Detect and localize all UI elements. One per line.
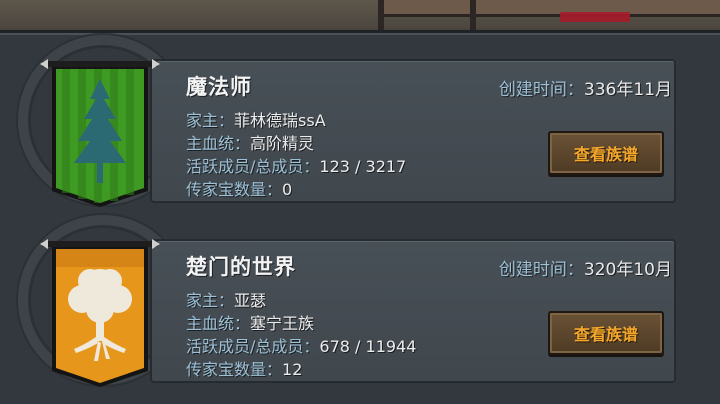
members-value: 123 / 3217 — [319, 157, 407, 176]
members-row: 活跃成员/总成员：123 / 3217 — [186, 155, 406, 178]
family-card[interactable]: 楚门的世界 创建时间：320年10月 家主：亚瑟 主血统：塞宁王族 活跃成员/总… — [0, 215, 720, 387]
heirloom-label: 传家宝数量： — [186, 180, 283, 199]
backdrop-post — [470, 0, 476, 30]
family-details: 家主：亚瑟 主血统：塞宁王族 活跃成员/总成员：678 / 11944 传家宝数… — [186, 289, 416, 381]
family-head-label: 家主： — [186, 111, 235, 130]
family-list[interactable]: 魔法师 创建时间：336年11月 家主：菲林德瑞ssA 主血统：高阶精灵 活跃成… — [0, 30, 720, 404]
family-head-row: 家主：菲林德瑞ssA — [186, 109, 406, 132]
created-time-label: 创建时间： — [498, 80, 584, 100]
bloodline-row: 主血统：高阶精灵 — [186, 132, 406, 155]
view-family-tree-button[interactable]: 查看族谱 — [548, 131, 664, 175]
members-label: 活跃成员/总成员： — [186, 157, 320, 176]
heirloom-row: 传家宝数量：12 — [186, 358, 416, 381]
heirloom-label: 传家宝数量： — [186, 360, 283, 379]
members-value: 678 / 11944 — [319, 337, 417, 356]
family-details: 家主：菲林德瑞ssA 主血统：高阶精灵 活跃成员/总成员：123 / 3217 … — [186, 109, 406, 201]
family-name: 楚门的世界 — [186, 255, 296, 279]
family-head-value: 亚瑟 — [234, 291, 267, 310]
backdrop-post — [378, 0, 384, 30]
bloodline-label: 主血统： — [186, 134, 251, 153]
members-row: 活跃成员/总成员：678 / 11944 — [186, 335, 416, 358]
heirloom-value: 12 — [282, 360, 303, 379]
family-head-value: 菲林德瑞ssA — [234, 111, 326, 130]
created-time-value: 320年10月 — [583, 260, 672, 280]
view-family-tree-button[interactable]: 查看族谱 — [548, 311, 664, 355]
bloodline-label: 主血统： — [186, 314, 251, 333]
bloodline-row: 主血统：塞宁王族 — [186, 312, 416, 335]
created-time: 创建时间：320年10月 — [499, 255, 672, 280]
family-card[interactable]: 魔法师 创建时间：336年11月 家主：菲林德瑞ssA 主血统：高阶精灵 活跃成… — [0, 35, 720, 207]
members-label: 活跃成员/总成员： — [186, 337, 320, 356]
bloodline-value: 高阶精灵 — [250, 134, 315, 153]
heirloom-value: 0 — [282, 180, 293, 199]
family-head-row: 家主：亚瑟 — [186, 289, 416, 312]
bloodline-value: 塞宁王族 — [250, 314, 315, 333]
family-name: 魔法师 — [186, 75, 252, 99]
created-time-value: 336年11月 — [583, 80, 672, 100]
family-banner — [40, 237, 160, 389]
heirloom-row: 传家宝数量：0 — [186, 178, 406, 201]
created-time-label: 创建时间： — [498, 260, 584, 280]
family-list-screen: 魔法师 创建时间：336年11月 家主：菲林德瑞ssA 主血统：高阶精灵 活跃成… — [0, 0, 720, 404]
backdrop-rail — [380, 0, 720, 17]
created-time: 创建时间：336年11月 — [499, 75, 672, 100]
family-banner — [40, 57, 160, 209]
family-head-label: 家主： — [186, 291, 235, 310]
backdrop-red-glow — [560, 12, 630, 22]
